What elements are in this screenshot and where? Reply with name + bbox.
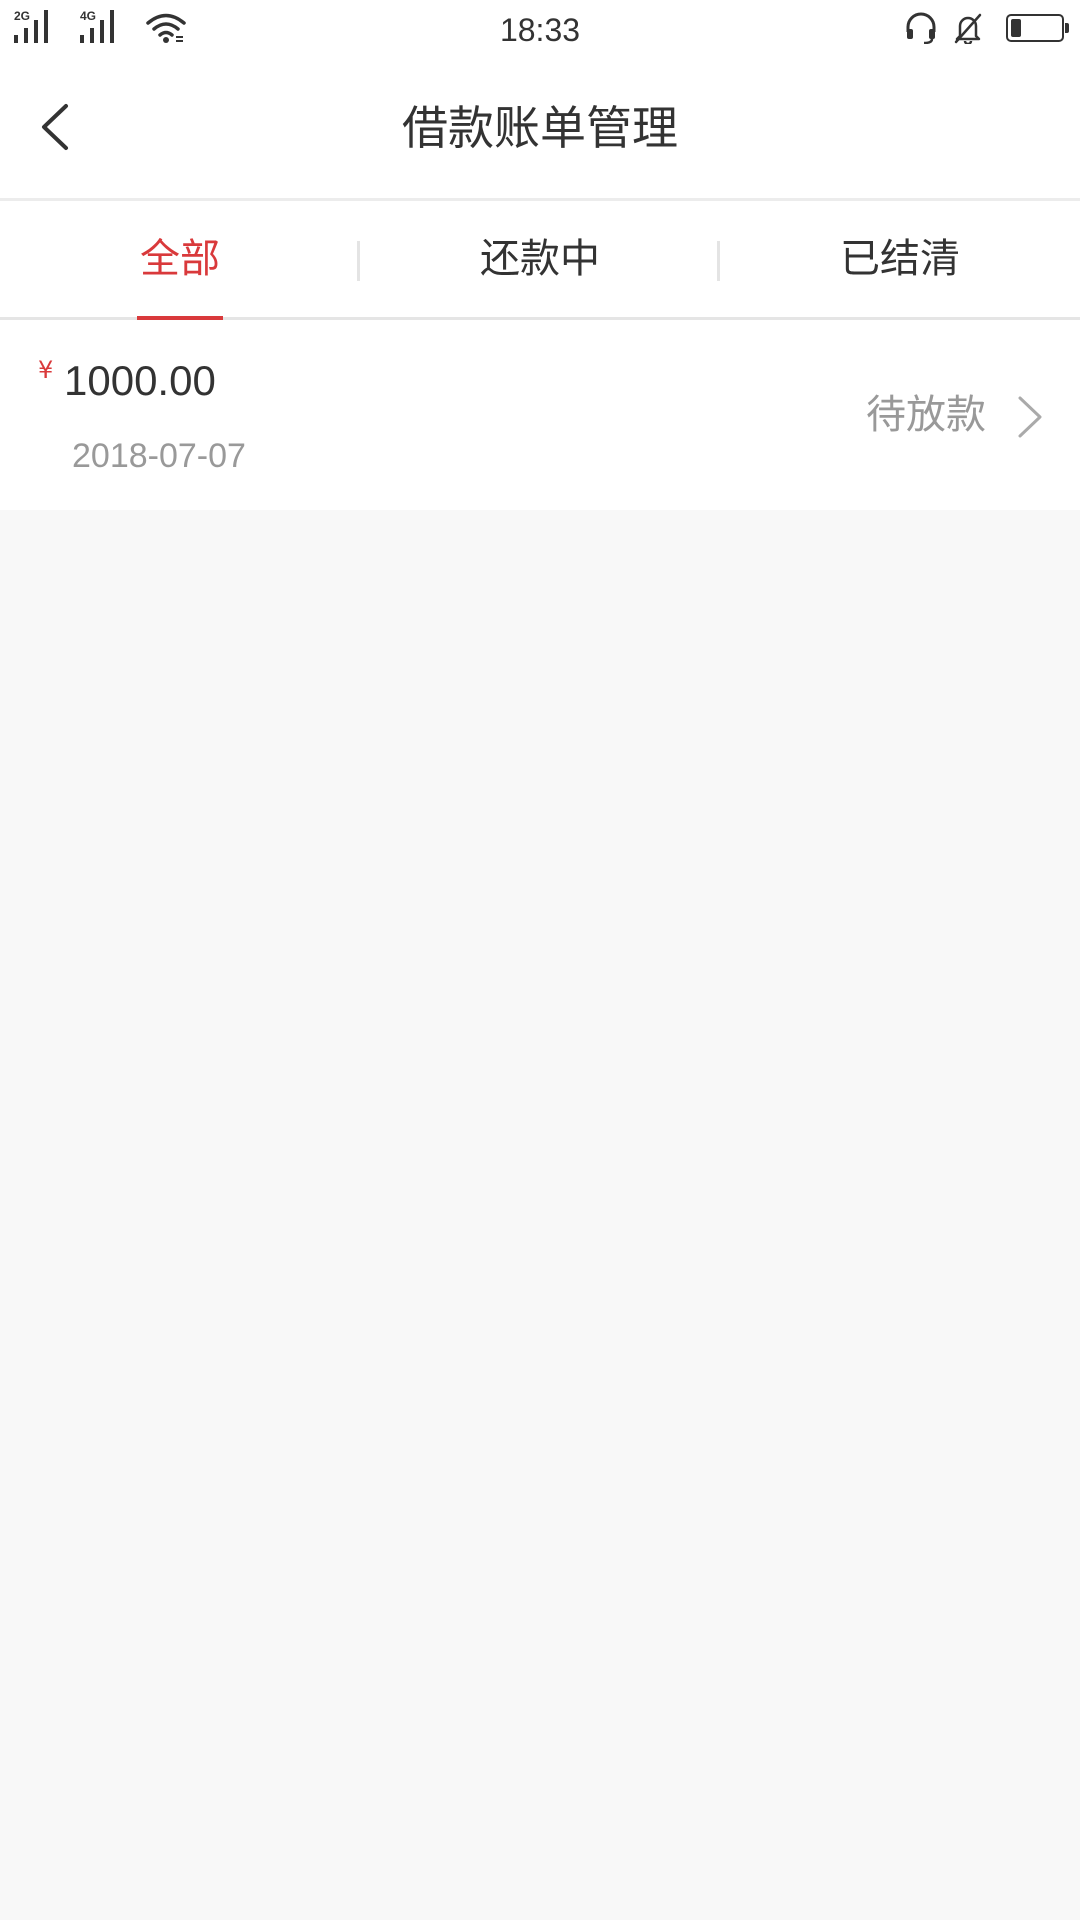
nav-bar: 借款账单管理: [0, 58, 1080, 201]
page-title: 借款账单管理: [402, 101, 678, 155]
tab-bar: 全部 还款中 已结清: [0, 201, 1080, 320]
loan-amount: 1000.00: [64, 357, 216, 404]
tab-repaying[interactable]: 还款中: [360, 201, 720, 317]
loan-list: ¥ 1000.00 2018-07-07 待放款: [0, 320, 1080, 510]
list-item[interactable]: ¥ 1000.00 2018-07-07 待放款: [0, 320, 1080, 510]
battery-icon: [1006, 14, 1069, 42]
tab-label: 已结清: [840, 236, 960, 282]
status-bar: 2G 4G 18:33: [0, 0, 1080, 58]
loan-status: 待放款: [866, 392, 986, 438]
chevron-right-icon: [1018, 396, 1042, 438]
loan-date: 2018-07-07: [72, 437, 246, 475]
status-right: [890, 10, 1069, 46]
tab-all[interactable]: 全部: [0, 201, 360, 317]
headset-icon: [906, 12, 936, 44]
battery-level: [1011, 19, 1021, 37]
tab-label: 全部: [140, 236, 220, 282]
bell-off-icon: [954, 13, 982, 44]
tab-settled[interactable]: 已结清: [720, 201, 1080, 317]
currency-symbol: ¥: [38, 356, 54, 384]
tab-label: 还款中: [480, 236, 600, 282]
